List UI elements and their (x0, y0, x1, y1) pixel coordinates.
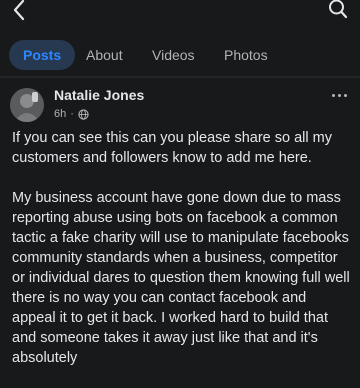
meta-separator: · (70, 108, 74, 120)
more-icon-dot (343, 93, 347, 97)
post-time[interactable]: 6h (54, 108, 66, 120)
back-button[interactable] (8, 0, 30, 22)
tab-videos[interactable]: Videos (138, 40, 209, 70)
post-text: If you can see this can you please share… (12, 128, 352, 388)
chevron-left-icon (13, 0, 25, 21)
avatar-image (10, 88, 44, 122)
post-author[interactable]: Natalie Jones (54, 87, 144, 103)
more-icon (331, 93, 335, 97)
avatar[interactable] (10, 88, 44, 122)
post-meta: 6h · (54, 108, 89, 120)
search-button[interactable] (326, 0, 350, 22)
divider (0, 76, 360, 78)
globe-icon (78, 108, 89, 120)
post-header: Natalie Jones 6h · (0, 82, 360, 126)
more-options-button[interactable] (328, 88, 350, 102)
post-paragraph-1: If you can see this can you please share… (12, 130, 332, 166)
post-paragraph-2: My business account have gone down due t… (12, 190, 350, 366)
tab-posts[interactable]: Posts (9, 40, 76, 70)
tab-photos[interactable]: Photos (210, 40, 282, 70)
search-icon (329, 0, 348, 19)
profile-tabs: Posts About Videos Photos (0, 36, 360, 76)
tab-about[interactable]: About (72, 40, 137, 70)
more-icon-dot (337, 93, 341, 97)
top-bar (0, 0, 360, 28)
